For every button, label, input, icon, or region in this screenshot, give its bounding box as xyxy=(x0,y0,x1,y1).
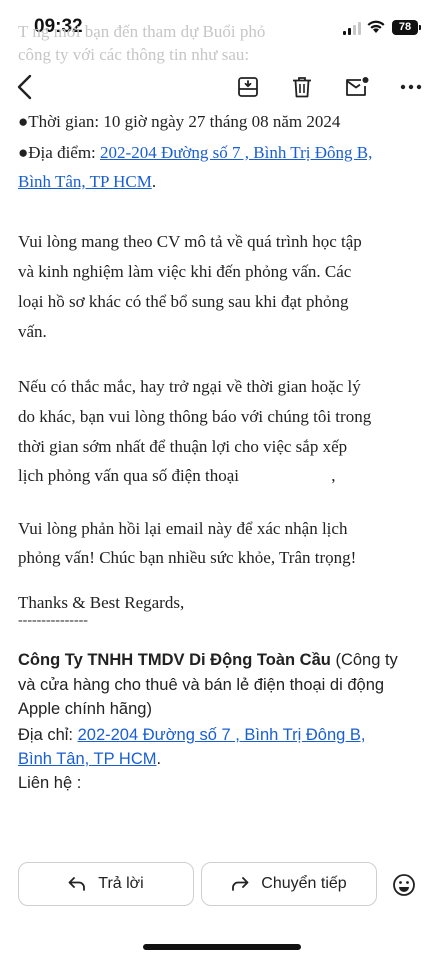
para2-tail: , xyxy=(331,466,336,485)
address-line-2: Bình Tân, TP HCM. xyxy=(18,750,161,769)
para1-line-4: vấn. xyxy=(18,322,47,341)
para1-line-2: và kinh nghiệm làm việc khi đến phỏng vấ… xyxy=(18,262,352,281)
para3-line-1: Vui lòng phản hồi lại email này để xác n… xyxy=(18,519,348,538)
para1-line-3: loại hồ sơ khác có thể bổ sung sau khi đ… xyxy=(18,292,349,311)
mark-unread-button[interactable] xyxy=(342,72,372,102)
location-link-2[interactable]: Bình Tân, TP HCM xyxy=(18,172,152,191)
address-link[interactable]: 202-204 Đường số 7 , Bình Trị Đông B, xyxy=(78,726,366,744)
address-link-2[interactable]: Bình Tân, TP HCM xyxy=(18,750,156,768)
para1-line-1: Vui lòng mang theo CV mô tả về quá trình… xyxy=(18,232,362,251)
signature-divider: --------------- xyxy=(18,613,88,628)
reply-icon xyxy=(68,877,86,891)
para2-line-2: do khác, bạn vui lòng thông báo với chún… xyxy=(18,407,372,426)
location-line: ●Địa điểm: 202-204 Đường số 7 , Bình Trị… xyxy=(18,143,372,163)
company-name: Công Ty TNHH TMDV Di Động Toàn Cầu xyxy=(18,651,331,669)
address-line: Địa chỉ: 202-204 Đường số 7 , Bình Trị Đ… xyxy=(18,726,365,745)
scrolled-text-ghost: T ng mời bạn đến tham dự Buổi phỏ xyxy=(18,22,266,41)
para3-line-2: phỏng vấn! Chúc bạn nhiều sức khỏe, Trân… xyxy=(18,548,357,567)
more-options-button[interactable] xyxy=(396,72,426,102)
home-indicator xyxy=(143,944,301,950)
forward-label: Chuyển tiếp xyxy=(261,875,347,892)
back-button[interactable] xyxy=(10,72,40,102)
delete-button[interactable] xyxy=(287,72,317,102)
address-period: . xyxy=(156,750,162,768)
more-icon xyxy=(400,84,422,90)
contact-line: Liên hệ : xyxy=(18,774,81,793)
phone-sentence: lịch phỏng vấn qua số điện thoại xyxy=(18,466,239,485)
archive-icon xyxy=(238,77,258,97)
emoji-reaction-button[interactable] xyxy=(389,870,419,900)
address-label: Địa chỉ: xyxy=(18,726,78,744)
location-label: ●Địa điểm: xyxy=(18,143,101,162)
interview-time-line: ●Thời gian: 10 giờ ngày 27 tháng 08 năm … xyxy=(18,112,341,131)
forward-button[interactable]: Chuyển tiếp xyxy=(201,862,377,906)
location-period: . xyxy=(151,172,157,191)
reply-action-bar: Trả lời Chuyển tiếp xyxy=(0,860,443,908)
archive-button[interactable] xyxy=(233,72,263,102)
company-line-1: Công Ty TNHH TMDV Di Động Toàn Cầu (Công… xyxy=(18,651,398,670)
reply-label: Trả lời xyxy=(98,875,144,892)
para2-line-3: thời gian sớm nhất để thuận lợi cho việc… xyxy=(18,437,348,456)
company-desc-1: (Công ty xyxy=(330,651,398,669)
para2-line-1: Nếu có thắc mắc, hay trở ngại về thời gi… xyxy=(18,377,361,396)
location-line-2: Bình Tân, TP HCM. xyxy=(18,172,156,192)
mark-unread-icon xyxy=(346,77,369,96)
location-link[interactable]: 202-204 Đường số 7 , Bình Trị Đông B, xyxy=(100,143,372,162)
thanks-line: Thanks & Best Regards, xyxy=(18,593,185,612)
trash-icon xyxy=(293,77,311,98)
reply-button[interactable]: Trả lời xyxy=(18,862,194,906)
contact-label: Liên hệ : xyxy=(18,774,82,792)
company-line-3: Apple chính hãng) xyxy=(18,700,152,718)
emoji-icon xyxy=(393,874,415,896)
forward-icon xyxy=(232,877,249,891)
company-line-2: và cửa hàng cho thuê và bán lẻ điện thoạ… xyxy=(18,676,385,694)
back-icon xyxy=(17,74,32,100)
scrolled-text-ghost-2: công ty với các thông tin như sau: xyxy=(18,45,250,64)
para2-line-4: lịch phỏng vấn qua số điện thoại , xyxy=(18,466,335,486)
